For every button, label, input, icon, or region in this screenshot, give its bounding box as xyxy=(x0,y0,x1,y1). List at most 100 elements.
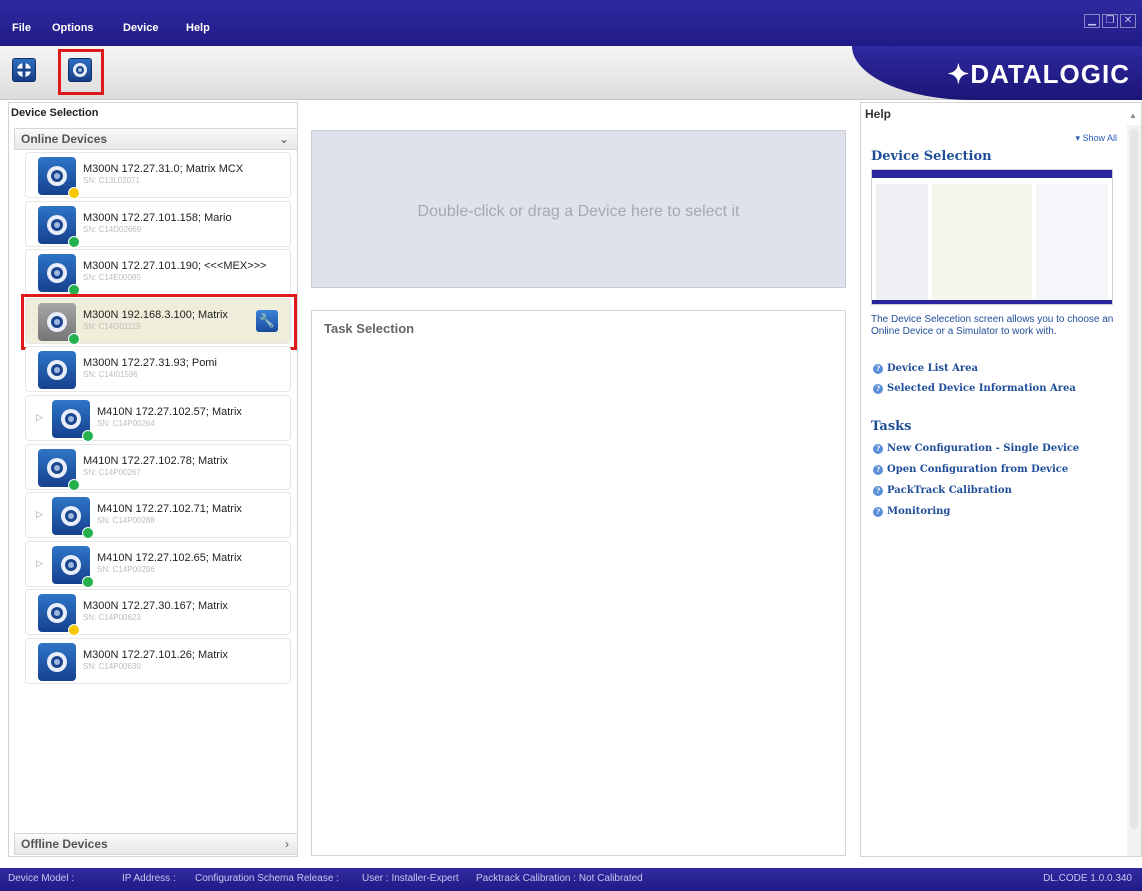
device-icon xyxy=(38,449,80,491)
device-icon xyxy=(38,254,80,296)
device-name: M410N 172.27.102.78; Matrix xyxy=(83,455,228,467)
help-task-new-configuration[interactable]: ? New Configuration - Single Device xyxy=(873,443,1079,454)
tasks-heading: Tasks xyxy=(871,419,912,434)
status-device-model: Device Model : xyxy=(8,873,75,884)
scrollbar-thumb[interactable] xyxy=(1130,129,1138,829)
device-name: M300N 172.27.101.26; Matrix xyxy=(83,649,228,661)
device-item[interactable]: M300N 172.27.31.93; Pomi SN: C14I01596 xyxy=(25,346,291,392)
help-bullet-icon: ? xyxy=(873,443,883,454)
task-selection-title: Task Selection xyxy=(324,321,415,336)
chevron-down-icon: ⌄ xyxy=(278,132,289,146)
help-task-packtrack[interactable]: ? PackTrack Calibration xyxy=(873,485,1012,496)
device-serial: SN: C14P00264 xyxy=(97,419,155,428)
help-task-open-configuration[interactable]: ? Open Configuration from Device xyxy=(873,464,1068,475)
online-devices-header[interactable]: Online Devices ⌄ xyxy=(14,128,298,150)
task-selection-panel: Task Selection xyxy=(311,310,846,856)
device-name: M300N 172.27.31.0; Matrix MCX xyxy=(83,163,244,175)
menu-help[interactable]: Help xyxy=(186,22,210,34)
device-icon xyxy=(38,206,80,248)
highlight-box xyxy=(21,294,297,350)
device-serial: SN: C14D02669 xyxy=(83,225,142,234)
camera-icon xyxy=(47,458,67,478)
chevron-right-icon: › xyxy=(285,837,289,851)
device-item[interactable]: M300N 172.27.101.158; Mario SN: C14D02669 xyxy=(25,201,291,248)
status-dot-icon xyxy=(68,187,80,199)
offline-devices-label: Offline Devices xyxy=(21,837,108,851)
device-item[interactable]: M300N 172.27.30.167; Matrix SN: C14P00623 xyxy=(25,589,291,636)
device-serial: SN: C14P00296 xyxy=(97,565,155,574)
device-serial: SN: C14P00288 xyxy=(97,516,155,525)
status-dot-icon xyxy=(68,236,80,248)
camera-icon xyxy=(61,409,81,429)
offline-devices-header[interactable]: Offline Devices › xyxy=(14,833,298,855)
toolbar: ✦DATALOGIC xyxy=(0,46,1142,100)
device-serial: SN: C14P00630 xyxy=(83,662,141,671)
minimize-icon[interactable]: ▁ xyxy=(1084,14,1100,28)
device-item[interactable]: ▷ M410N 172.27.102.71; Matrix SN: C14P0028… xyxy=(25,492,291,539)
camera-icon xyxy=(47,215,67,235)
menu-options[interactable]: Options xyxy=(52,22,94,34)
camera-icon xyxy=(47,263,67,283)
restore-icon[interactable]: ❐ xyxy=(1102,14,1118,28)
menu-file[interactable]: File xyxy=(12,22,31,34)
status-dot-icon xyxy=(68,624,80,636)
device-icon xyxy=(38,351,76,389)
camera-icon xyxy=(61,555,81,575)
drop-hint: Double-click or drag a Device here to se… xyxy=(417,203,740,220)
menu-bar: File Options Device Help ▁ ❐ ✕ xyxy=(0,0,1142,46)
device-icon xyxy=(38,594,80,636)
help-description: The Device Selecetion screen allows you … xyxy=(871,314,1114,337)
device-discovery-button[interactable] xyxy=(12,58,36,82)
status-dot-icon xyxy=(82,430,94,442)
device-serial: SN: C13L02071 xyxy=(83,176,140,185)
device-icon xyxy=(38,643,76,681)
device-serial: SN: C14P00267 xyxy=(83,468,141,477)
help-heading: Device Selection xyxy=(871,149,992,164)
expand-arrow-icon[interactable]: ▷ xyxy=(36,412,43,423)
expand-arrow-icon[interactable]: ▷ xyxy=(36,558,43,569)
device-item[interactable]: M300N 172.27.101.26; Matrix SN: C14P00630 xyxy=(25,638,291,684)
help-bullet-icon: ? xyxy=(873,485,883,496)
help-bullet-icon: ? xyxy=(873,506,883,517)
device-item[interactable]: ▷ M410N 172.27.102.57; Matrix SN: C14P0026… xyxy=(25,395,291,442)
status-dot-icon xyxy=(82,576,94,588)
expand-arrow-icon[interactable]: ▷ xyxy=(36,509,43,520)
help-bullet-icon: ? xyxy=(873,464,883,475)
device-serial: SN: C14E00085 xyxy=(83,273,141,282)
device-name: M410N 172.27.102.65; Matrix xyxy=(97,552,242,564)
help-panel: Help ▾ Show All Device Selection The Dev… xyxy=(860,102,1142,857)
device-drop-area[interactable]: Double-click or drag a Device here to se… xyxy=(311,130,846,288)
show-all-link[interactable]: ▾ Show All xyxy=(1075,133,1117,144)
camera-icon xyxy=(61,506,81,526)
status-schema: Configuration Schema Release : xyxy=(195,873,339,884)
online-devices-label: Online Devices xyxy=(21,132,108,146)
help-bullet-icon: ? xyxy=(873,383,883,394)
crosshair-icon xyxy=(17,63,31,77)
help-scrollbar[interactable]: ▲ xyxy=(1127,111,1141,856)
device-name: M300N 172.27.30.167; Matrix xyxy=(83,600,228,612)
device-name: M300N 172.27.101.190; <<<MEX>>> xyxy=(83,260,267,272)
camera-icon xyxy=(47,652,67,672)
help-title: Help xyxy=(865,107,892,121)
status-ip-address: IP Address : xyxy=(122,873,176,884)
window-controls: ▁ ❐ ✕ xyxy=(1084,14,1136,28)
help-link-selected-device-info[interactable]: ? Selected Device Information Area xyxy=(873,383,1076,394)
status-packtrack: Packtrack Calibration : Not Calibrated xyxy=(476,873,643,884)
help-screenshot-thumbnail xyxy=(871,169,1113,305)
device-item[interactable]: ▷ M410N 172.27.102.65; Matrix SN: C14P0029… xyxy=(25,541,291,588)
device-item[interactable]: M300N 172.27.31.0; Matrix MCX SN: C13L020… xyxy=(25,152,291,199)
device-item[interactable]: M410N 172.27.102.78; Matrix SN: C14P00267 xyxy=(25,444,291,491)
status-bar: Device Model : IP Address : Configuratio… xyxy=(0,868,1142,891)
device-icon xyxy=(52,497,94,539)
help-task-monitoring[interactable]: ? Monitoring xyxy=(873,506,950,517)
camera-icon xyxy=(47,603,67,623)
device-serial: SN: C14P00623 xyxy=(83,613,141,622)
device-serial: SN: C14I01596 xyxy=(83,370,138,379)
menu-device[interactable]: Device xyxy=(123,22,158,34)
close-icon[interactable]: ✕ xyxy=(1120,14,1136,28)
device-item[interactable]: M300N 172.27.101.190; <<<MEX>>> SN: C14E0… xyxy=(25,249,291,296)
help-link-device-list-area[interactable]: ? Device List Area xyxy=(873,363,978,374)
scroll-up-icon[interactable]: ▲ xyxy=(1129,111,1137,120)
device-icon xyxy=(52,400,94,442)
status-dot-icon xyxy=(82,527,94,539)
